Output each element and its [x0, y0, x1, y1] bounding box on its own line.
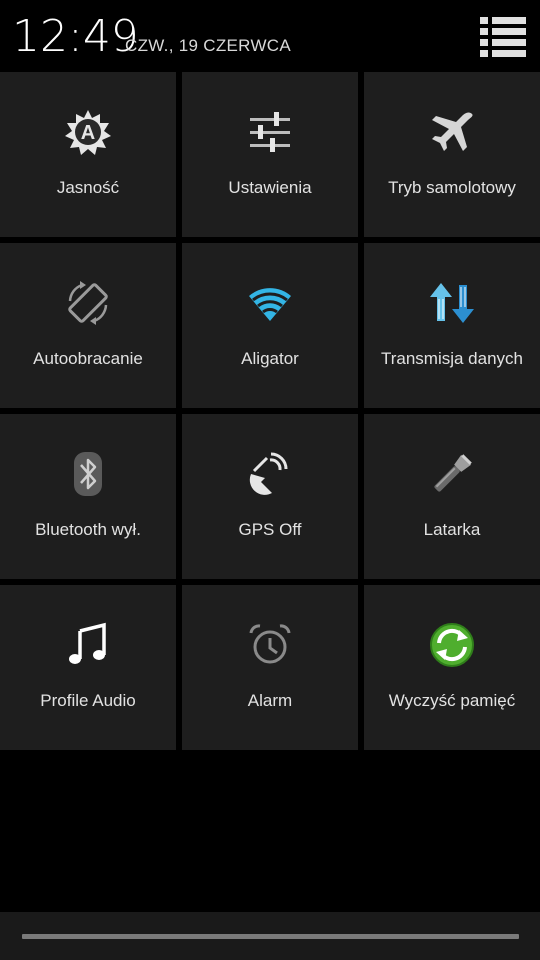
flashlight-icon	[434, 454, 472, 492]
alarm-clock-icon	[249, 624, 291, 664]
tile-label: Ustawienia	[228, 178, 312, 197]
tile-label: Autoobracanie	[33, 349, 143, 368]
auto-rotate-icon	[68, 281, 108, 325]
gps-icon	[249, 452, 288, 495]
tile-label: GPS Off	[238, 520, 302, 539]
tile-label: Alarm	[247, 691, 293, 710]
wifi-icon	[249, 288, 291, 321]
tile-label: Bluetooth wył.	[35, 520, 141, 539]
tile-data-transfer[interactable]: Transmisja danych	[364, 243, 540, 408]
tile-flashlight[interactable]: Latarka	[364, 414, 540, 579]
tile-clear-memory[interactable]: Wyczyść pamięć	[364, 585, 540, 750]
tile-label: Wyczyść pamięć	[388, 691, 516, 710]
tile-label: Latarka	[423, 520, 481, 539]
clear-memory-icon	[430, 623, 474, 667]
tile-brightness[interactable]: A Jasność	[0, 72, 176, 237]
tile-bluetooth[interactable]: Bluetooth wył.	[0, 414, 176, 579]
date-label: CZW., 19 CZERWCA	[125, 36, 292, 55]
status-header: 12:49 CZW., 19 CZERWCA	[0, 0, 540, 72]
data-transfer-icon	[430, 283, 474, 323]
tile-label: Jasność	[56, 178, 120, 197]
settings-list-icon	[480, 17, 526, 57]
tile-alarm[interactable]: Alarm	[182, 585, 358, 750]
tile-settings[interactable]: Ustawienia	[182, 72, 358, 237]
drag-handle[interactable]	[22, 934, 519, 939]
settings-list-button[interactable]	[478, 16, 528, 58]
clock-time: 12:49	[12, 11, 139, 62]
tile-gps[interactable]: GPS Off	[182, 414, 358, 579]
tile-label: Profile Audio	[40, 691, 136, 710]
tile-label: Transmisja danych	[380, 349, 524, 368]
brightness-auto-icon: A	[65, 110, 111, 155]
airplane-icon	[432, 112, 473, 151]
tile-label: Tryb samolotowy	[388, 178, 516, 197]
sliders-icon	[250, 112, 290, 152]
tile-wifi[interactable]: Aligator	[182, 243, 358, 408]
drag-handle-bar[interactable]	[0, 912, 540, 960]
svg-text:A: A	[81, 122, 95, 144]
tile-airplane-mode[interactable]: Tryb samolotowy	[364, 72, 540, 237]
tile-label: Aligator	[241, 349, 299, 368]
tile-audio-profile[interactable]: Profile Audio	[0, 585, 176, 750]
bluetooth-icon	[74, 452, 102, 496]
music-note-icon	[69, 622, 106, 664]
tile-auto-rotate[interactable]: Autoobracanie	[0, 243, 176, 408]
